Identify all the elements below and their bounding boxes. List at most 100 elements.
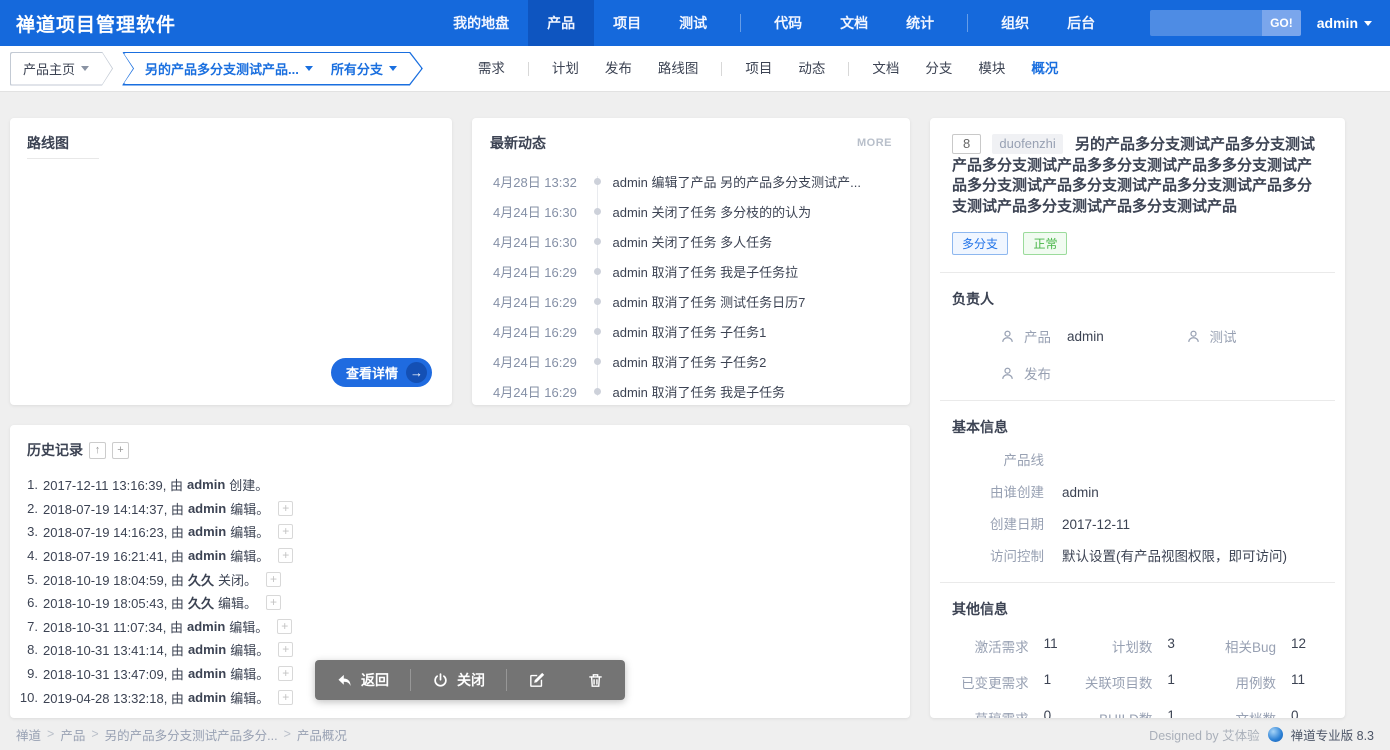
history-item: 7. 2018-10-31 11:07:34, 由 admin 编辑。 + — [10, 615, 910, 639]
back-button[interactable]: 返回 — [315, 660, 410, 700]
product-tabs: 需求 计划 发布 路线图 项目 动态 文档 分支 模块 概况 — [465, 46, 1072, 92]
chevron-down-icon — [81, 66, 89, 71]
nav-item-admin-backend[interactable]: 后台 — [1048, 0, 1114, 46]
nav-item-code[interactable]: 代码 — [755, 0, 821, 46]
history-time: 2018-07-19 14:14:37, 由 — [43, 499, 184, 518]
version-label[interactable]: 禅道专业版 8.3 — [1291, 725, 1374, 744]
breadcrumb-product-name[interactable]: 另的产品多分支测试产品多分... — [105, 725, 278, 744]
activity-text: admin 取消了任务 测试任务日历7 — [613, 292, 806, 311]
activity-item[interactable]: 4月24日 16:29 admin 取消了任务 子任务1 — [472, 316, 910, 346]
search-bar: GO! — [1150, 10, 1301, 36]
stat-label: 文档数 — [1199, 708, 1276, 718]
tab-overview[interactable]: 概况 — [1018, 46, 1071, 92]
product-switcher[interactable]: 另的产品多分支测试产品... — [145, 59, 313, 78]
sort-up-icon[interactable]: ↑ — [89, 442, 106, 459]
activity-list: 4月28日 13:32 admin 编辑了产品 另的产品多分支测试产... 4月… — [472, 166, 910, 405]
view-detail-button[interactable]: 查看详情 → — [331, 358, 432, 387]
breadcrumb-current: 产品概况 — [297, 725, 347, 744]
breadcrumb-product[interactable]: 产品 — [60, 725, 85, 744]
expand-icon[interactable]: + — [278, 690, 293, 705]
expand-icon[interactable]: + — [278, 642, 293, 657]
product-code-badge: duofenzhi — [992, 134, 1062, 154]
owner-value: admin — [1067, 329, 1104, 344]
history-time: 2017-12-11 13:16:39, 由 — [43, 475, 183, 494]
expand-icon[interactable]: + — [278, 501, 293, 516]
history-action: 编辑。 — [229, 617, 268, 636]
nav-item-stats[interactable]: 统计 — [887, 0, 953, 46]
history-user: 久久 — [188, 593, 214, 612]
tab-branch[interactable]: 分支 — [912, 46, 965, 92]
delete-button[interactable] — [566, 660, 625, 700]
app-logo[interactable]: 禅道项目管理软件 — [16, 10, 176, 37]
expand-all-icon[interactable]: + — [112, 442, 129, 459]
activity-item[interactable]: 4月24日 16:30 admin 关闭了任务 多人任务 — [472, 226, 910, 256]
activity-item[interactable]: 4月28日 13:32 admin 编辑了产品 另的产品多分支测试产... — [472, 166, 910, 196]
nav-item-org[interactable]: 组织 — [982, 0, 1048, 46]
activity-item[interactable]: 4月24日 16:29 admin 取消了任务 子任务2 — [472, 346, 910, 376]
product-switch-banner: 另的产品多分支测试产品... 所有分支 — [122, 52, 423, 86]
tab-divider — [848, 62, 849, 76]
edit-button[interactable] — [507, 660, 566, 700]
search-input[interactable] — [1150, 10, 1262, 36]
tab-story[interactable]: 需求 — [465, 46, 518, 92]
expand-icon[interactable]: + — [266, 572, 281, 587]
breadcrumb-home[interactable]: 禅道 — [16, 725, 41, 744]
history-item: 4. 2018-07-19 16:21:41, 由 admin 编辑。 + — [10, 544, 910, 568]
top-navbar: 禅道项目管理软件 我的地盘 产品 项目 测试 代码 文档 统计 组织 后台 GO… — [0, 0, 1390, 46]
nav-item-my[interactable]: 我的地盘 — [434, 0, 528, 46]
stat-value: 1 — [1167, 672, 1199, 692]
expand-icon[interactable]: + — [277, 619, 292, 634]
activity-item[interactable]: 4月24日 16:30 admin 关闭了任务 多分枝的的认为 — [472, 196, 910, 226]
nav-divider — [967, 14, 968, 32]
activity-item[interactable]: 4月24日 16:29 admin 取消了任务 我是子任务拉 — [472, 256, 910, 286]
basic-value: admin — [1062, 485, 1099, 501]
history-index: 1. — [10, 477, 38, 492]
tab-roadmap[interactable]: 路线图 — [645, 46, 712, 92]
stat-value: 0 — [1291, 708, 1323, 718]
activity-text: admin 取消了任务 我是子任务拉 — [613, 262, 799, 281]
tab-release[interactable]: 发布 — [592, 46, 645, 92]
history-action: 编辑。 — [218, 593, 257, 612]
tab-module[interactable]: 模块 — [965, 46, 1018, 92]
activity-date: 4月24日 16:29 — [493, 262, 593, 281]
stat-value: 11 — [1044, 636, 1076, 656]
stat-label: 计划数 — [1076, 636, 1153, 656]
more-link[interactable]: MORE — [857, 137, 892, 149]
nav-item-product[interactable]: 产品 — [528, 0, 594, 46]
expand-icon[interactable]: + — [266, 595, 281, 610]
user-menu[interactable]: admin — [1317, 15, 1372, 31]
nav-item-doc[interactable]: 文档 — [821, 0, 887, 46]
go-button[interactable]: GO! — [1262, 10, 1301, 36]
breadcrumb-separator: > — [91, 727, 98, 741]
close-button[interactable]: 关闭 — [411, 660, 506, 700]
history-user: admin — [188, 501, 226, 516]
expand-icon[interactable]: + — [278, 548, 293, 563]
activity-item[interactable]: 4月24日 16:29 admin 取消了任务 测试任务日历7 — [472, 286, 910, 316]
activity-date: 4月24日 16:29 — [493, 322, 593, 341]
activity-text: admin 取消了任务 我是子任务 — [613, 382, 786, 401]
tab-plan[interactable]: 计划 — [539, 46, 592, 92]
history-action: 编辑。 — [230, 688, 269, 707]
history-index: 2. — [10, 501, 38, 516]
tab-dynamic[interactable]: 动态 — [785, 46, 838, 92]
nav-item-test[interactable]: 测试 — [660, 0, 726, 46]
history-index: 4. — [10, 548, 38, 563]
stat-label: 草稿需求 — [952, 708, 1029, 718]
expand-icon[interactable]: + — [278, 524, 293, 539]
activity-item[interactable]: 4月24日 16:29 admin 取消了任务 我是子任务 — [472, 376, 910, 405]
stat-label: 激活需求 — [952, 636, 1029, 656]
owners-section-title: 负责人 — [952, 289, 1323, 309]
history-action: 编辑。 — [230, 546, 269, 565]
tab-project[interactable]: 项目 — [732, 46, 785, 92]
branch-switcher[interactable]: 所有分支 — [331, 59, 397, 78]
product-home-button[interactable]: 产品主页 — [10, 52, 113, 86]
owner-item: 发布 — [952, 363, 1138, 383]
footer: 禅道 > 产品 > 另的产品多分支测试产品多分... > 产品概况 Design… — [0, 718, 1390, 750]
globe-icon — [1268, 727, 1283, 742]
nav-item-project[interactable]: 项目 — [594, 0, 660, 46]
activity-text: admin 关闭了任务 多分枝的的认为 — [613, 202, 812, 221]
expand-icon[interactable]: + — [278, 666, 293, 681]
tab-doc[interactable]: 文档 — [859, 46, 912, 92]
basic-value: 2017-12-11 — [1062, 517, 1130, 533]
person-icon — [1186, 329, 1201, 344]
